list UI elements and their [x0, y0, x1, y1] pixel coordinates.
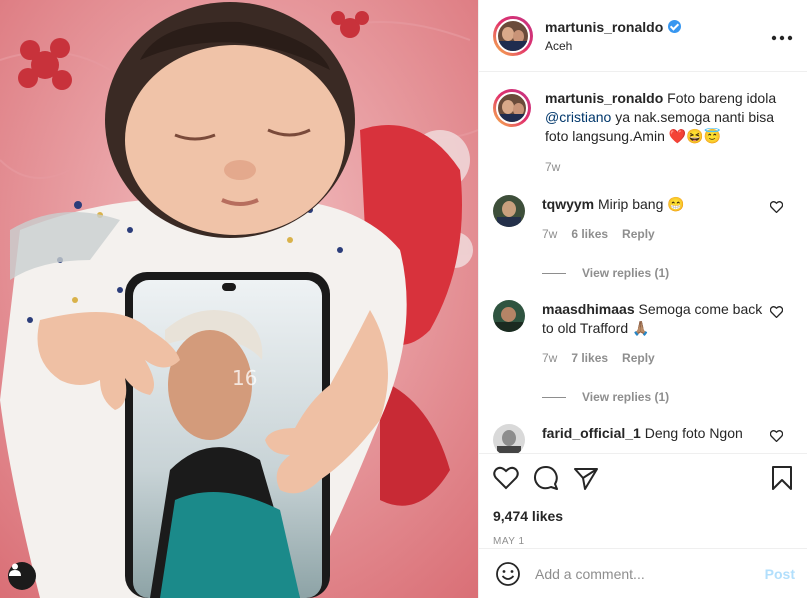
comment-time[interactable]: 7w — [542, 225, 557, 244]
caption-text: martunis_ronaldo Foto bareng idola @cris… — [545, 89, 793, 177]
post-photo[interactable]: 16 — [0, 0, 478, 598]
verified-badge-icon — [668, 20, 682, 33]
comment-username[interactable]: maasdhimaas — [542, 301, 635, 317]
caption-mention[interactable]: @cristiano — [545, 109, 611, 125]
caption-body-pre: Foto bareng idola — [667, 90, 777, 106]
header-location[interactable]: Aceh — [545, 39, 771, 53]
comments-list[interactable]: martunis_ronaldo Foto bareng idola @cris… — [479, 73, 807, 453]
emoji-icon[interactable] — [495, 561, 521, 587]
post-actions: 9,474 likes MAY 1 — [479, 453, 807, 547]
avatar[interactable] — [493, 195, 525, 227]
post-side-panel: martunis_ronaldo Aceh martunis_ronaldo F… — [478, 0, 807, 598]
avatar[interactable] — [493, 424, 525, 453]
more-options-icon[interactable] — [771, 30, 793, 41]
comment-item: tqwyym Mirip bang 😁 7w 6 likes Reply — [493, 195, 793, 244]
heart-icon[interactable] — [493, 466, 519, 490]
post-date[interactable]: MAY 1 — [493, 536, 793, 547]
post-modal: 16 martunis_ronaldo Aceh martunis_ronald… — [0, 0, 807, 598]
view-replies-button[interactable]: View replies (1) — [542, 390, 793, 404]
post-comment-button[interactable]: Post — [765, 566, 795, 582]
comment-meta: 7w 7 likes Reply — [542, 349, 763, 368]
comment-input[interactable] — [535, 565, 765, 582]
comment-item: farid_official_1 Deng foto Ngon — [493, 424, 793, 453]
comment-like-icon[interactable] — [769, 430, 784, 445]
replies-divider — [542, 272, 566, 274]
comment-username[interactable]: tqwyym — [542, 196, 594, 212]
caption-username[interactable]: martunis_ronaldo — [545, 90, 663, 106]
reply-button[interactable]: Reply — [622, 349, 655, 368]
comment-body: farid_official_1 Deng foto Ngon — [542, 424, 793, 453]
share-icon[interactable] — [573, 466, 599, 490]
header-username[interactable]: martunis_ronaldo — [545, 19, 663, 35]
phone-clock: 16 — [232, 366, 257, 390]
comment-like-icon[interactable] — [769, 201, 784, 216]
comment-likes[interactable]: 7 likes — [571, 349, 608, 368]
comment-composer: Post — [479, 548, 807, 598]
replies-divider — [542, 396, 566, 398]
comment-like-icon[interactable] — [769, 306, 784, 321]
bookmark-icon[interactable] — [771, 465, 793, 491]
user-tag-icon — [9, 563, 21, 576]
comment-text: Mirip bang 😁 — [598, 196, 685, 212]
user-tag-button[interactable] — [8, 562, 36, 590]
comment-username[interactable]: farid_official_1 — [542, 425, 641, 441]
comment-body: tqwyym Mirip bang 😁 7w 6 likes Reply — [542, 195, 793, 244]
view-replies-button[interactable]: View replies (1) — [542, 266, 793, 280]
caption-time[interactable]: 7w — [545, 158, 793, 177]
profile-avatar-ring[interactable] — [493, 15, 533, 56]
likes-count[interactable]: 9,474 likes — [493, 508, 793, 524]
comment-icon[interactable] — [533, 465, 559, 491]
header-text: martunis_ronaldo Aceh — [545, 19, 771, 53]
comment-text: Deng foto Ngon — [644, 425, 743, 441]
caption: martunis_ronaldo Foto bareng idola @cris… — [493, 89, 793, 177]
comment-meta: 7w 6 likes Reply — [542, 225, 763, 244]
avatar — [496, 92, 528, 124]
action-icons — [493, 464, 793, 492]
caption-avatar-ring[interactable] — [493, 89, 531, 127]
avatar[interactable] — [493, 300, 525, 332]
comment-likes[interactable]: 6 likes — [571, 225, 608, 244]
header-username-wrap: martunis_ronaldo — [545, 19, 682, 35]
view-replies-label: View replies (1) — [582, 390, 670, 404]
view-replies-label: View replies (1) — [582, 266, 670, 280]
comment-body: maasdhimaas Semoga come back to old Traf… — [542, 300, 793, 368]
photo-illustration: 16 — [0, 0, 478, 598]
post-header: martunis_ronaldo Aceh — [479, 0, 807, 72]
comment-item: maasdhimaas Semoga come back to old Traf… — [493, 300, 793, 368]
avatar — [496, 18, 530, 53]
reply-button[interactable]: Reply — [622, 225, 655, 244]
comment-time[interactable]: 7w — [542, 349, 557, 368]
